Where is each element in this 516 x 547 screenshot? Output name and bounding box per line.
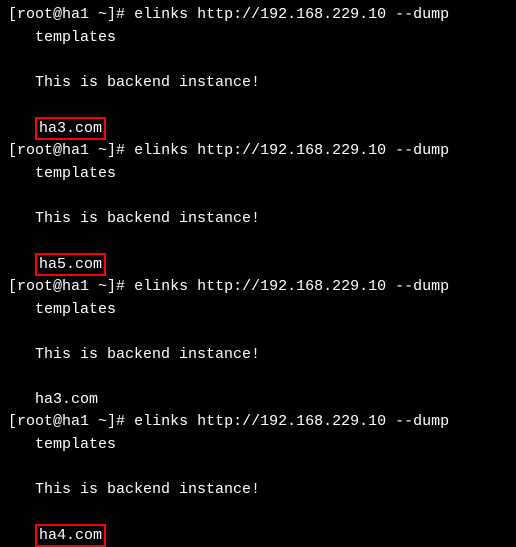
blank-line — [8, 185, 508, 208]
bracket-close: ]# — [107, 6, 125, 23]
command-text: elinks http://192.168.229.10 --dump — [134, 6, 449, 23]
bracket-open: [ — [8, 278, 17, 295]
prompt-line: [root@ha1 ~]# elinks http://192.168.229.… — [8, 276, 508, 299]
bracket-open: [ — [8, 413, 17, 430]
highlighted-host: ha4.com — [35, 524, 106, 547]
command-text: elinks http://192.168.229.10 --dump — [134, 413, 449, 430]
prompt-user-host: root@ha1 ~ — [17, 278, 107, 295]
output-line: This is backend instance! — [8, 479, 508, 502]
output-line: templates — [8, 299, 508, 322]
bracket-open: [ — [8, 6, 17, 23]
command-text: elinks http://192.168.229.10 --dump — [134, 278, 449, 295]
host-line: ha3.com — [8, 117, 508, 141]
blank-line — [8, 456, 508, 479]
prompt-user-host: root@ha1 ~ — [17, 413, 107, 430]
bracket-close: ]# — [107, 142, 125, 159]
output-line: This is backend instance! — [8, 344, 508, 367]
prompt-line: [root@ha1 ~]# elinks http://192.168.229.… — [8, 4, 508, 27]
prompt-user-host: root@ha1 ~ — [17, 6, 107, 23]
output-line: templates — [8, 163, 508, 186]
host-line: ha4.com — [8, 524, 508, 547]
blank-line — [8, 321, 508, 344]
bracket-close: ]# — [107, 413, 125, 430]
prompt-line: [root@ha1 ~]# elinks http://192.168.229.… — [8, 411, 508, 434]
output-line: templates — [8, 27, 508, 50]
blank-line — [8, 230, 508, 253]
plain-host: ha3.com — [35, 391, 98, 408]
host-line: ha3.com — [8, 389, 508, 412]
highlighted-host: ha5.com — [35, 253, 106, 277]
blank-line — [8, 49, 508, 72]
bracket-open: [ — [8, 142, 17, 159]
output-line: This is backend instance! — [8, 208, 508, 231]
blank-line — [8, 501, 508, 524]
prompt-line: [root@ha1 ~]# elinks http://192.168.229.… — [8, 140, 508, 163]
blank-line — [8, 94, 508, 117]
command-text: elinks http://192.168.229.10 --dump — [134, 142, 449, 159]
output-line: This is backend instance! — [8, 72, 508, 95]
prompt-user-host: root@ha1 ~ — [17, 142, 107, 159]
bracket-close: ]# — [107, 278, 125, 295]
host-line: ha5.com — [8, 253, 508, 277]
highlighted-host: ha3.com — [35, 117, 106, 141]
blank-line — [8, 366, 508, 389]
output-line: templates — [8, 434, 508, 457]
